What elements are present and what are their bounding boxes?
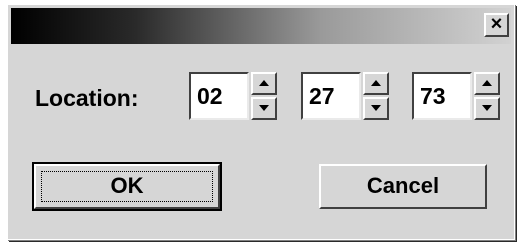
location-field-2[interactable]: 27 bbox=[301, 72, 361, 120]
close-button[interactable]: × bbox=[484, 13, 509, 37]
location-spinner-3: 73 bbox=[412, 72, 502, 120]
spinner-2-down-button[interactable] bbox=[363, 97, 389, 120]
title-bar[interactable]: × bbox=[11, 8, 511, 44]
focus-rectangle: OK bbox=[41, 171, 213, 202]
cancel-button-label: Cancel bbox=[366, 173, 440, 198]
spinner-3-down-button[interactable] bbox=[474, 97, 500, 120]
spinner-3-up-button[interactable] bbox=[474, 72, 500, 95]
spinner-1-down-button[interactable] bbox=[251, 97, 277, 120]
close-icon: × bbox=[490, 13, 503, 35]
location-dialog: × Location: 02 27 73 OK Cancel bbox=[7, 4, 515, 240]
spinner-1-up-button[interactable] bbox=[251, 72, 277, 95]
ok-button-label: OK bbox=[110, 173, 144, 198]
location-label: Location: bbox=[35, 85, 139, 111]
location-field-1[interactable]: 02 bbox=[189, 72, 249, 120]
cancel-button[interactable]: Cancel bbox=[319, 164, 487, 209]
location-spinner-1: 02 bbox=[189, 72, 279, 120]
spinner-2-up-button[interactable] bbox=[363, 72, 389, 95]
ok-button[interactable]: OK bbox=[32, 162, 222, 211]
location-spinner-2: 27 bbox=[301, 72, 391, 120]
location-field-3[interactable]: 73 bbox=[412, 72, 472, 120]
